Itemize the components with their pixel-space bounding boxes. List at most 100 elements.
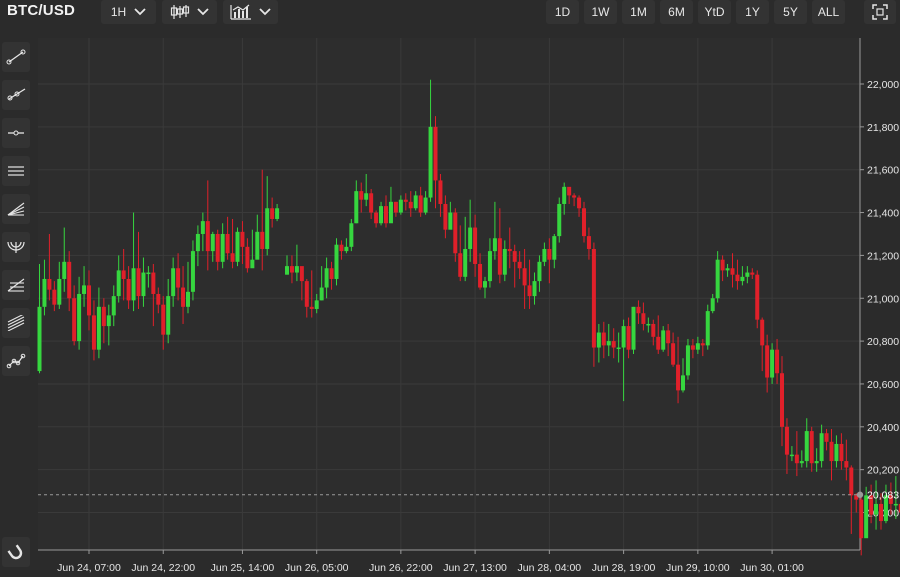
candle-up xyxy=(285,266,289,275)
candle-down xyxy=(230,253,235,262)
candle-up xyxy=(606,341,611,346)
candle-down xyxy=(359,191,364,200)
candle-down xyxy=(666,330,671,344)
candle-up xyxy=(319,287,324,301)
candle-up xyxy=(487,251,492,282)
candle-down xyxy=(527,285,532,297)
candle-down xyxy=(299,266,304,282)
y-tick-label: 22,000 xyxy=(867,79,899,91)
candle-down xyxy=(547,248,552,260)
candle-up xyxy=(146,272,151,275)
x-tick-label: Jun 27, 13:00 xyxy=(443,562,507,574)
candle-up xyxy=(294,266,299,273)
candle-down xyxy=(760,319,765,346)
candle-down xyxy=(156,293,161,305)
candle-down xyxy=(374,212,379,224)
candlestick-chart: 22,000 21,800 21,600 21,400 21,200 21,000 20,8… xyxy=(37,38,900,574)
candle-down xyxy=(52,289,57,305)
candle-down xyxy=(730,268,735,275)
candle-up xyxy=(344,246,349,252)
candle-up xyxy=(388,201,393,224)
candle-up xyxy=(57,278,62,305)
candle-up xyxy=(77,293,82,342)
candle-up xyxy=(398,199,403,213)
candle-down xyxy=(408,201,413,209)
candle-up xyxy=(96,306,101,350)
candle-down xyxy=(591,248,596,348)
candle-down xyxy=(611,341,616,348)
candle-down xyxy=(735,274,740,282)
candle-down xyxy=(517,261,522,269)
candle-down xyxy=(859,499,864,539)
x-tick-label: Jun 26, 05:00 xyxy=(285,562,349,574)
candle-up xyxy=(354,191,359,224)
candle-down xyxy=(329,268,334,279)
candle-up xyxy=(740,276,745,282)
x-tick-label: Jun 25, 14:00 xyxy=(211,562,275,574)
candle-down xyxy=(839,443,844,462)
candle-up xyxy=(537,261,542,282)
candle-down xyxy=(181,287,186,307)
candle-down xyxy=(453,212,458,254)
candle-down xyxy=(309,306,314,309)
candle-up xyxy=(725,268,730,271)
candle-up xyxy=(131,268,136,301)
y-tick-label: 20,400 xyxy=(867,422,899,434)
candle-up xyxy=(715,259,720,299)
candle-up xyxy=(379,206,384,224)
candle-down xyxy=(384,206,388,224)
candle-up xyxy=(705,311,710,346)
candle-down xyxy=(161,304,166,335)
candle-up xyxy=(255,231,260,260)
candle-down xyxy=(720,259,725,271)
candle-down xyxy=(438,180,443,204)
candle-up xyxy=(220,233,225,262)
candle-down xyxy=(473,227,478,264)
candle-up xyxy=(745,272,750,277)
candle-up xyxy=(428,126,433,198)
y-tick-label: 20,600 xyxy=(867,379,899,391)
candle-up xyxy=(661,330,666,350)
candle-down xyxy=(879,503,883,522)
candle-up xyxy=(171,268,176,297)
candle-down xyxy=(824,433,829,442)
candle-up xyxy=(710,298,715,312)
candle-down xyxy=(151,272,156,294)
candle-down xyxy=(418,195,423,213)
candle-up xyxy=(893,503,898,506)
candle-down xyxy=(700,343,705,346)
candle-down xyxy=(567,186,572,196)
candle-up xyxy=(349,223,354,247)
candle-up xyxy=(463,248,468,277)
candle-down xyxy=(626,326,631,350)
candle-down xyxy=(572,195,577,198)
candle-down xyxy=(87,285,91,316)
candle-down xyxy=(512,251,517,262)
candle-up xyxy=(324,268,329,288)
candle-up xyxy=(681,375,685,391)
candle-down xyxy=(775,349,780,374)
candle-down xyxy=(270,208,275,219)
candle-up xyxy=(695,343,700,350)
candle-down xyxy=(656,336,661,350)
candle-down xyxy=(136,268,141,297)
candle-down xyxy=(784,426,789,455)
candle-up xyxy=(116,270,121,297)
candle-up xyxy=(275,208,280,219)
y-tick-label: 21,200 xyxy=(867,250,899,262)
y-tick-label: 21,400 xyxy=(867,208,899,220)
y-tick-label: 21,000 xyxy=(867,293,899,305)
candle-down xyxy=(690,345,695,350)
candle-down xyxy=(849,467,854,496)
candle-up xyxy=(552,236,557,260)
candle-down xyxy=(794,454,799,464)
candle-down xyxy=(755,274,760,320)
candle-up xyxy=(186,291,190,307)
candle-up xyxy=(814,461,819,464)
candle-down xyxy=(651,323,656,337)
candle-up xyxy=(423,197,428,213)
x-tick-label: Jun 24, 07:00 xyxy=(57,562,121,574)
candle-up xyxy=(106,315,111,327)
candle-up xyxy=(195,233,200,252)
candle-down xyxy=(676,364,681,391)
